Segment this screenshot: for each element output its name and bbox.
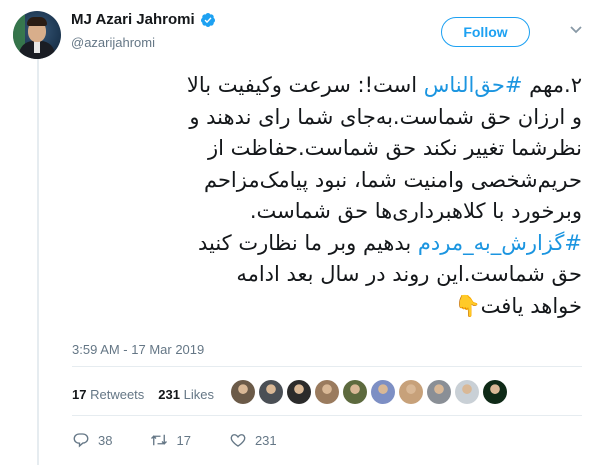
retweet-icon — [151, 434, 168, 446]
tweet-timestamp[interactable]: 3:59 AM - 17 Mar 2019 — [72, 342, 204, 357]
retweet-button[interactable]: 17 — [150, 431, 191, 449]
liker-avatar[interactable] — [259, 380, 283, 404]
divider — [72, 366, 582, 367]
tweet-line: وبرخورد با کلاهبرداری‌ها حق شماست. — [249, 199, 582, 223]
follow-button[interactable]: Follow — [441, 17, 530, 47]
verified-badge-icon — [200, 12, 215, 27]
like-button[interactable]: 231 — [229, 431, 277, 449]
hashtag-link[interactable]: #حق‌الناس — [424, 73, 523, 97]
reply-icon — [73, 433, 89, 448]
liker-avatar[interactable] — [427, 380, 451, 404]
tweet-line: ۲.مهم #حق‌الناس است!: سرعت وکیفیت بالا — [186, 73, 582, 97]
tweet-line: حریم‌شخصی وامنیت شما، نبود پیامک‌مزاحم — [203, 167, 582, 192]
reply-button[interactable]: 38 — [72, 431, 112, 449]
author-handle[interactable]: @azarijahromi — [71, 35, 155, 50]
thread-rail — [37, 58, 39, 465]
liker-avatar[interactable] — [231, 380, 255, 404]
divider — [72, 415, 582, 416]
liker-avatar[interactable] — [371, 380, 395, 404]
tweet-line: #گزارش_به_مردم بدهیم وبر ما نظارت کنید — [197, 230, 582, 255]
likes-stat[interactable]: 231 Likes — [158, 387, 214, 402]
avatar[interactable] — [13, 11, 61, 59]
retweets-stat[interactable]: 17 Retweets — [72, 387, 144, 402]
tweet-text: ۲.مهم #حق‌الناس است!: سرعت وکیفیت بالا و… — [72, 70, 582, 322]
tweet-line: حق شماست.این روند در سال بعد ادامه — [236, 262, 582, 286]
liker-avatar[interactable] — [455, 380, 479, 404]
liker-avatar[interactable] — [483, 380, 507, 404]
tweet-line: خواهد یافت👇 — [72, 291, 583, 323]
hashtag-link[interactable]: #گزارش_به_مردم — [418, 231, 582, 255]
liker-avatar[interactable] — [399, 380, 423, 404]
tweet-actions: 38 17 231 — [72, 431, 315, 449]
liker-avatars — [231, 380, 507, 404]
engagement-stats: 17 Retweets 231 Likes — [72, 387, 214, 402]
liker-avatar[interactable] — [287, 380, 311, 404]
pointing-down-emoji-icon: 👇 — [454, 293, 481, 318]
heart-icon — [230, 434, 246, 447]
liker-avatar[interactable] — [343, 380, 367, 404]
tweet-line: و ارزان حق شماست.به‌جای شما رای ندهند و — [189, 104, 582, 129]
tweet-line: نظرشما تغییر نکند حق شماست.حفاظت از — [207, 136, 582, 160]
author-name[interactable]: MJ Azari Jahromi — [71, 11, 195, 28]
chevron-down-icon[interactable] — [570, 26, 582, 34]
author-name-row: MJ Azari Jahromi — [71, 11, 216, 28]
liker-avatar[interactable] — [315, 380, 339, 404]
